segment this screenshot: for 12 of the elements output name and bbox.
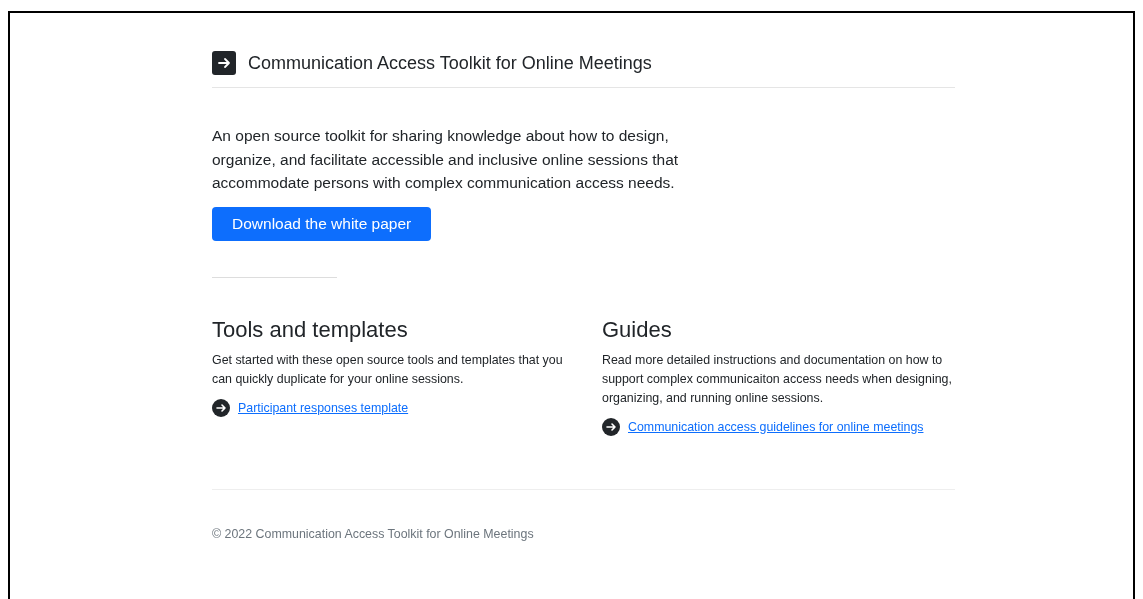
section-heading: Tools and templates xyxy=(212,316,409,343)
site-title: Communication Access Toolkit for Online Meetings xyxy=(248,52,652,74)
download-button[interactable]: Download the white paper xyxy=(212,206,432,241)
copyright-text: © 2022 Communication Access Toolkit for Online Meetings xyxy=(212,526,535,541)
resource-link[interactable]: Communication access guidelines for online meetings xyxy=(628,419,924,434)
section-description: Get started with these open source tools and templates that you can quickly duplicate for your online sessions. xyxy=(212,351,564,388)
intro-paragraph: An open source toolkit for sharing knowledge about how to design, organize, and facilitate accessible and inclusive online sessions that accommodate persons with complex communication access needs. xyxy=(212,126,680,193)
arrow-circle-icon xyxy=(602,417,620,436)
resource-link[interactable]: Participant responses template xyxy=(238,400,409,415)
arrow-circle-icon xyxy=(212,398,230,417)
section-description: Read more detailed instructions and documentation on how to support complex communicaiton access needs when designing, organizing, and running online sessions. xyxy=(602,351,953,407)
section-heading: Guides xyxy=(602,316,673,343)
